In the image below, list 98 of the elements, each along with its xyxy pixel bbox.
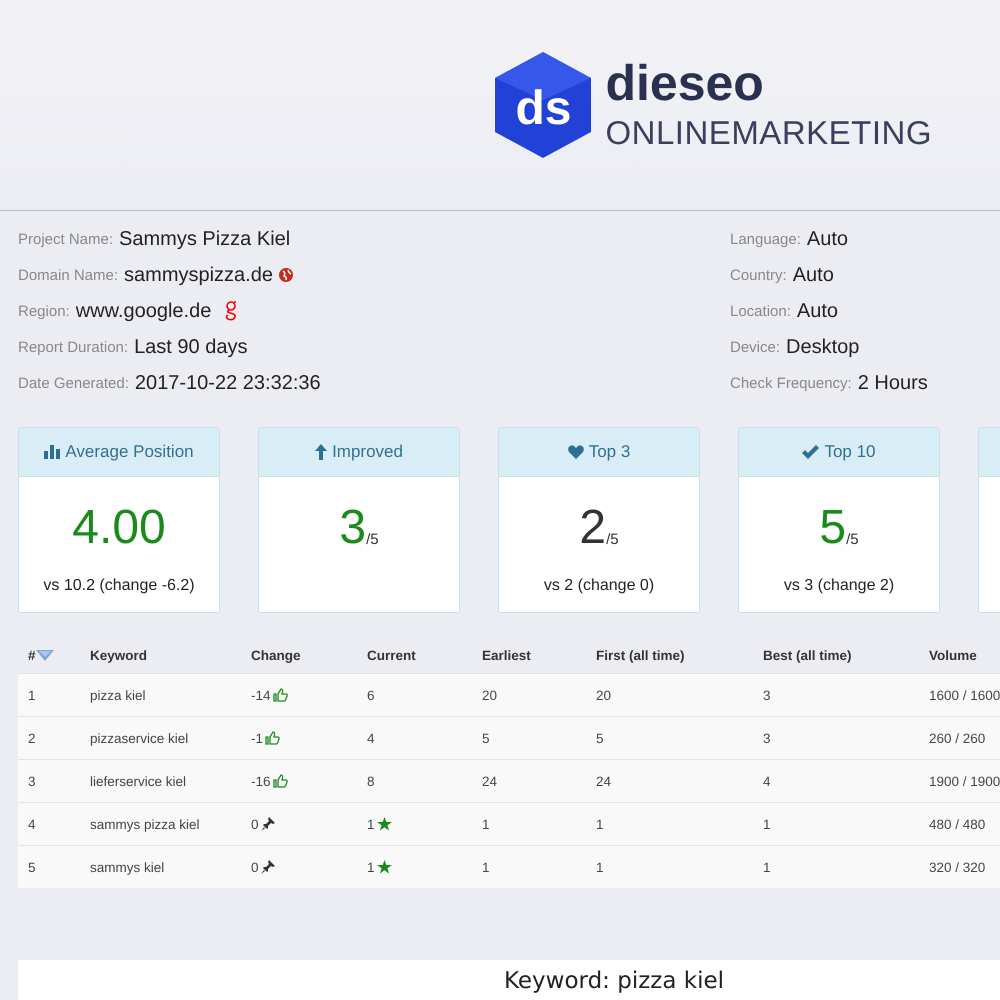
globe-icon	[278, 268, 293, 282]
column-header[interactable]: Best (all time)	[763, 648, 852, 663]
table-cell: -1	[251, 730, 264, 746]
stat-total: /5	[366, 530, 379, 548]
card-title: Top 3	[588, 442, 630, 462]
table-cell: 5	[28, 860, 36, 874]
table-cell: 2	[28, 730, 36, 746]
logo-tagline: ONLINEMARKETING	[605, 114, 932, 152]
info-value: Auto	[796, 300, 838, 322]
table-cell: 260 / 260	[929, 730, 986, 746]
table-cell: pizza kiel	[90, 688, 146, 702]
info-value: 2017-10-22 23:32:36	[134, 372, 321, 394]
logo-name: dieseo	[605, 58, 765, 108]
info-value: Desktop	[786, 336, 860, 358]
table-cell: 0	[251, 860, 259, 874]
table-cell: 0	[251, 816, 259, 832]
table-cell: 4	[763, 774, 771, 788]
google-icon	[225, 300, 238, 322]
table-cell: 5	[596, 730, 604, 746]
pin-icon	[260, 860, 275, 874]
table-cell: sammys pizza kiel	[90, 816, 200, 832]
table-cell: 1900 / 1900	[929, 774, 1000, 788]
table-cell: 5	[482, 730, 490, 746]
stat-value: 3	[339, 500, 366, 554]
table-cell: 3	[763, 730, 771, 746]
info-label: Domain Name:	[18, 266, 118, 284]
column-header[interactable]: First (all time)	[596, 648, 685, 663]
heart-icon	[568, 445, 584, 459]
info-value: sammyspizza.de	[124, 264, 273, 286]
table-cell: 1600 / 1600	[929, 688, 1000, 702]
table-cell: lieferservice kiel	[90, 774, 186, 788]
table-cell: 1	[482, 816, 490, 832]
table-cell: 1	[367, 860, 375, 874]
info-label: Check Frequency:	[730, 374, 852, 392]
info-value: Auto	[806, 228, 848, 250]
info-value: www.google.de	[76, 300, 212, 322]
table-cell: 3	[763, 688, 771, 702]
table-cell: 1	[763, 816, 771, 832]
column-header[interactable]: Change	[251, 648, 301, 663]
table-cell: 20	[596, 688, 612, 702]
table-cell: 1	[367, 816, 375, 832]
table-cell: -14	[251, 688, 271, 702]
thumbs-up-icon	[272, 774, 288, 788]
table-cell: 1	[596, 816, 604, 832]
column-header[interactable]: #	[28, 648, 36, 663]
info-value: 2 Hours	[858, 372, 928, 394]
table-cell: sammys kiel	[90, 860, 164, 874]
info-label: Device:	[730, 338, 780, 356]
table-cell: 3	[28, 774, 36, 788]
table-cell: -16	[251, 774, 271, 788]
detail-title: Keyword: pizza kiel	[504, 968, 724, 996]
thumbs-up-icon	[272, 688, 288, 702]
thumbs-up-icon	[265, 730, 280, 744]
stat-comparison: vs 10.2 (change -6.2)	[43, 577, 195, 595]
sort-down-icon[interactable]	[36, 648, 54, 662]
info-label: Country:	[730, 266, 787, 284]
stat-total: /5	[606, 530, 619, 548]
stat-comparison: vs 3 (change 2)	[784, 577, 894, 595]
table-cell: 1	[482, 860, 490, 874]
info-label: Region:	[18, 302, 70, 320]
card-title: Average Position	[65, 442, 194, 462]
column-header[interactable]: Current	[367, 648, 416, 663]
column-header[interactable]: Keyword	[90, 648, 148, 663]
column-header[interactable]: Volume	[929, 648, 977, 663]
info-label: Date Generated:	[18, 374, 129, 392]
table-cell: 8	[367, 774, 375, 788]
stat-value: 2	[579, 500, 606, 554]
card-title: Improved	[332, 442, 403, 462]
card-title: Top 10	[824, 442, 876, 462]
logo-mark: ds	[514, 85, 572, 133]
column-header[interactable]: Earliest	[482, 648, 531, 663]
table-cell: 480 / 480	[929, 816, 986, 832]
bar-chart-icon	[44, 445, 60, 459]
info-label: Project Name:	[18, 230, 114, 248]
info-label: Language:	[730, 230, 801, 248]
info-label: Location:	[730, 302, 791, 320]
stat-value: 5	[819, 500, 846, 554]
table-cell: 1	[28, 688, 36, 702]
table-cell: 1	[763, 860, 771, 874]
info-value: Auto	[792, 264, 834, 286]
table-cell: 320 / 320	[929, 860, 986, 874]
stat-total: /5	[846, 530, 859, 548]
stat-comparison: vs 2 (change 0)	[544, 577, 654, 595]
check-icon	[802, 445, 820, 459]
table-cell: 4	[28, 816, 36, 832]
info-value: Last 90 days	[134, 336, 248, 358]
info-value: Sammys Pizza Kiel	[119, 228, 290, 250]
stat-value: 4.00	[72, 500, 166, 554]
table-cell: 24	[482, 774, 498, 788]
info-label: Report Duration:	[18, 338, 128, 356]
table-cell: 20	[482, 688, 498, 702]
table-cell: 24	[596, 774, 612, 788]
table-cell: 1	[596, 860, 604, 874]
table-cell: pizzaservice kiel	[90, 730, 188, 746]
table-cell: 4	[367, 730, 375, 746]
pin-icon	[260, 816, 275, 830]
arrow-up-icon	[315, 444, 328, 460]
table-cell: 6	[367, 688, 375, 702]
